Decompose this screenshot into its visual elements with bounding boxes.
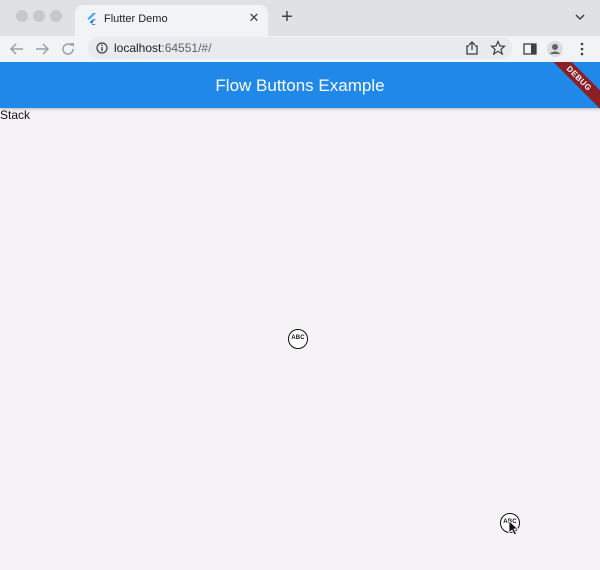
address-bar[interactable]: localhost:64551/#/ — [88, 37, 512, 59]
url-text: localhost:64551/#/ — [114, 41, 211, 55]
side-panel-icon[interactable] — [521, 40, 539, 58]
forward-arrow-icon[interactable] — [33, 40, 51, 58]
chevron-down-icon[interactable] — [573, 10, 587, 24]
flutter-icon — [87, 13, 96, 25]
tab-title: Flutter Demo — [104, 13, 168, 25]
page-title: Flow Buttons Example — [215, 76, 385, 95]
new-tab-button[interactable]: + — [278, 7, 296, 27]
browser-tab[interactable]: Flutter Demo ✕ — [75, 5, 268, 36]
bookmark-star-icon[interactable] — [490, 40, 506, 56]
mouse-cursor-icon — [508, 520, 520, 536]
app-bar: Flow Buttons Example DEBUG — [0, 62, 600, 112]
window-zoom-button[interactable] — [50, 10, 62, 22]
url-path: :64551/#/ — [161, 41, 212, 55]
browser-tabstrip: Flutter Demo ✕ + — [0, 0, 600, 36]
page-viewport: Flow Buttons Example DEBUG Stack ABC ABC — [0, 62, 600, 570]
info-icon[interactable] — [96, 42, 108, 54]
tab-close-icon[interactable]: ✕ — [246, 10, 262, 26]
flow-button[interactable]: ABC — [288, 329, 308, 349]
flow-button-label: ABC — [291, 335, 305, 341]
reload-icon[interactable] — [59, 40, 77, 58]
profile-avatar-icon[interactable] — [546, 40, 564, 58]
back-arrow-icon[interactable] — [8, 40, 26, 58]
share-icon[interactable] — [464, 40, 480, 56]
kebab-menu-icon[interactable] — [573, 40, 591, 58]
window-close-button[interactable] — [16, 10, 28, 22]
browser-toolbar: localhost:64551/#/ — [0, 36, 600, 62]
url-host: localhost — [114, 41, 162, 55]
stack-label: Stack — [0, 108, 31, 122]
window-minimize-button[interactable] — [33, 10, 45, 22]
